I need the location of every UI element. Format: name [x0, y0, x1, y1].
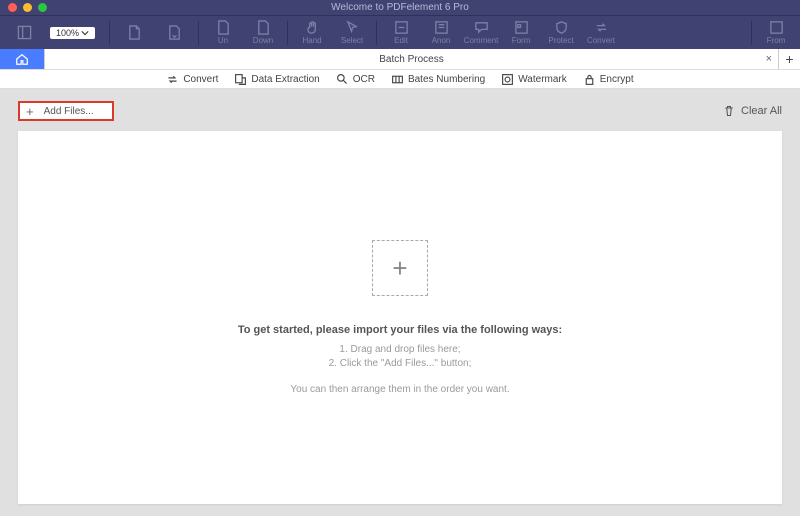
batch-subtoolbar: Convert Data Extraction OCR Bates Number…: [0, 69, 800, 89]
drop-target[interactable]: +: [372, 240, 428, 296]
add-files-label: Add Files...: [44, 106, 94, 117]
redo-button[interactable]: Down: [245, 17, 281, 49]
add-files-button[interactable]: + Add Files...: [18, 101, 114, 121]
subtab-ocr[interactable]: OCR: [336, 73, 375, 86]
empty-line2: 2. Click the "Add Files..." button;: [329, 358, 472, 369]
home-tab[interactable]: [0, 49, 44, 69]
convert-button[interactable]: Convert: [583, 17, 619, 49]
protect-button[interactable]: Protect: [543, 17, 579, 49]
separator: [287, 21, 288, 45]
empty-footer: You can then arrange them in the order y…: [290, 384, 509, 395]
file-export-icon[interactable]: [156, 17, 192, 49]
new-tab-button[interactable]: +: [778, 49, 800, 69]
zoom-select[interactable]: 100%: [50, 27, 95, 39]
file-new-icon[interactable]: [116, 17, 152, 49]
convert-icon: [166, 73, 179, 86]
edit-button[interactable]: Edit: [383, 17, 419, 49]
content-area: + Add Files... Clear All + To get starte…: [0, 89, 800, 516]
comment-button[interactable]: Comment: [463, 17, 499, 49]
plus-icon: +: [392, 253, 407, 284]
zoom-value: 100%: [56, 28, 79, 38]
separator: [198, 21, 199, 45]
subtab-watermark[interactable]: Watermark: [501, 73, 567, 86]
ocr-icon: [336, 73, 349, 86]
lock-icon: [583, 73, 596, 86]
panel-toggle-icon[interactable]: [6, 17, 42, 49]
close-tab-icon[interactable]: ×: [766, 53, 772, 65]
titlebar: Welcome to PDFelement 6 Pro: [0, 0, 800, 15]
subtab-bates[interactable]: Bates Numbering: [391, 73, 485, 86]
separator: [376, 21, 377, 45]
select-tool-button[interactable]: Select: [334, 17, 370, 49]
plus-icon: +: [26, 105, 34, 118]
clear-all-label: Clear All: [741, 105, 782, 117]
empty-heading: To get started, please import your files…: [238, 324, 562, 336]
annotate-button[interactable]: Anon: [423, 17, 459, 49]
chevron-down-icon: [81, 29, 89, 37]
separator: [109, 21, 110, 45]
drop-panel[interactable]: + To get started, please import your fil…: [18, 131, 782, 504]
subtab-data-extraction[interactable]: Data Extraction: [234, 73, 319, 86]
watermark-icon: [501, 73, 514, 86]
subtab-encrypt[interactable]: Encrypt: [583, 73, 634, 86]
form-button[interactable]: Form: [503, 17, 539, 49]
bates-icon: [391, 73, 404, 86]
tab-label: Batch Process: [379, 54, 443, 65]
subtab-convert[interactable]: Convert: [166, 73, 218, 86]
tab-bar: Batch Process × +: [0, 49, 800, 69]
plus-icon: +: [785, 51, 793, 67]
home-icon: [15, 52, 29, 66]
actions-row: + Add Files... Clear All: [18, 101, 782, 121]
window-title: Welcome to PDFelement 6 Pro: [0, 2, 800, 13]
from-button[interactable]: From: [758, 17, 794, 49]
hand-tool-button[interactable]: Hand: [294, 17, 330, 49]
clear-all-button[interactable]: Clear All: [723, 105, 782, 117]
undo-button[interactable]: Un: [205, 17, 241, 49]
separator: [751, 21, 752, 45]
main-toolbar: 100% Un Down Hand Select Edit Anon Comme…: [0, 15, 800, 49]
trash-icon: [723, 105, 735, 117]
tab-batch-process[interactable]: Batch Process ×: [44, 49, 778, 69]
extract-icon: [234, 73, 247, 86]
empty-line1: 1. Drag and drop files here;: [339, 344, 460, 355]
